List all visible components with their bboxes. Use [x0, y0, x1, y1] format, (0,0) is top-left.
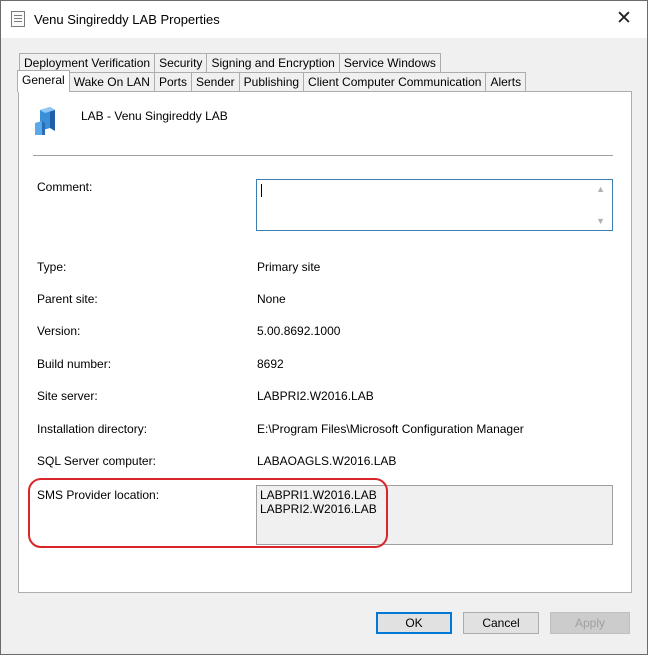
properties-dialog: Venu Singireddy LAB Properties ✕ Deploym… [0, 0, 648, 655]
comment-input[interactable]: ▲ ▼ [256, 179, 613, 231]
header-divider [33, 155, 613, 156]
tab-wake-on-lan[interactable]: Wake On LAN [68, 72, 155, 91]
sql-server-value: LABAOAGLS.W2016.LAB [257, 454, 397, 468]
sms-provider-label: SMS Provider location: [37, 488, 160, 502]
site-server-label: Site server: [37, 389, 98, 403]
general-tab-panel: LAB - Venu Singireddy LAB Comment: ▲ ▼ T… [18, 91, 632, 593]
tab-general[interactable]: General [17, 70, 70, 92]
tab-signing-encryption[interactable]: Signing and Encryption [206, 53, 340, 72]
build-number-value: 8692 [257, 357, 284, 371]
build-number-label: Build number: [37, 357, 112, 371]
tab-ports[interactable]: Ports [153, 72, 192, 91]
site-name: LAB - Venu Singireddy LAB [81, 109, 228, 123]
tab-sender[interactable]: Sender [190, 72, 240, 91]
tab-row-top: Deployment Verification Security Signing… [19, 53, 441, 73]
tab-publishing[interactable]: Publishing [238, 72, 305, 91]
site-server-value: LABPRI2.W2016.LAB [257, 389, 374, 403]
tab-service-windows[interactable]: Service Windows [338, 53, 441, 72]
scroll-down-icon[interactable]: ▼ [596, 216, 605, 226]
version-value: 5.00.8692.1000 [257, 324, 341, 338]
properties-dialog-icon [11, 11, 25, 27]
sms-provider-item: LABPRI2.W2016.LAB [260, 502, 377, 516]
sms-provider-item: LABPRI1.W2016.LAB [260, 488, 377, 502]
tab-row-bottom: General Wake On LAN Ports Sender Publish… [17, 70, 527, 92]
close-icon[interactable]: ✕ [601, 1, 647, 38]
tab-client-computer-communication[interactable]: Client Computer Communication [303, 72, 487, 91]
apply-button[interactable]: Apply [550, 612, 630, 634]
title-bar: Venu Singireddy LAB Properties ✕ [1, 1, 647, 38]
cancel-button[interactable]: Cancel [463, 612, 539, 634]
tab-security[interactable]: Security [154, 53, 208, 72]
sms-provider-list[interactable]: LABPRI1.W2016.LAB LABPRI2.W2016.LAB [256, 485, 613, 545]
tab-alerts[interactable]: Alerts [485, 72, 527, 91]
ok-button[interactable]: OK [376, 612, 452, 634]
version-label: Version: [37, 324, 81, 338]
installation-directory-value: E:\Program Files\Microsoft Configuration… [257, 422, 524, 436]
sql-server-label: SQL Server computer: [37, 454, 156, 468]
type-label: Type: [37, 260, 67, 274]
scroll-up-icon[interactable]: ▲ [596, 184, 605, 194]
installation-directory-label: Installation directory: [37, 422, 148, 436]
parent-site-label: Parent site: [37, 292, 98, 306]
site-server-icon [35, 107, 55, 135]
type-value: Primary site [257, 260, 321, 274]
text-caret [261, 184, 262, 197]
window-title: Venu Singireddy LAB Properties [34, 12, 220, 27]
comment-label: Comment: [37, 180, 93, 194]
parent-site-value: None [257, 292, 286, 306]
